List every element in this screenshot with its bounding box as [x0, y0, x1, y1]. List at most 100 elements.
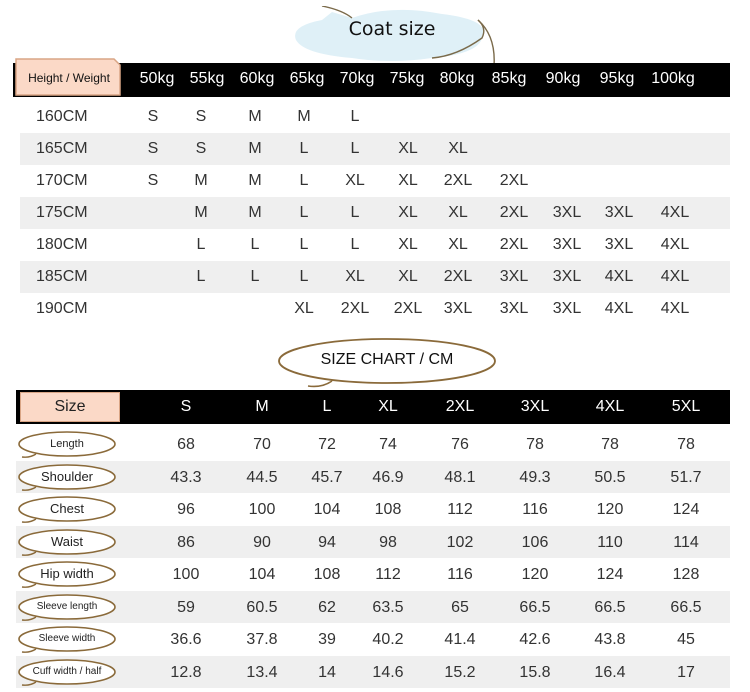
size-cell: S [147, 140, 159, 157]
measurement-label: Cuff width / half [32, 665, 102, 677]
size-cell: M [194, 172, 208, 189]
weight-header-cell: 65kg [289, 70, 325, 87]
measurement-cell: 86 [177, 533, 195, 551]
measurement-cell: 108 [313, 566, 341, 583]
size-cell: L [250, 236, 260, 253]
size-cell: 4XL [604, 300, 634, 317]
measurement-label: Sleeve length [36, 600, 98, 612]
measurement-cell: 14.6 [372, 663, 404, 681]
size-cell: M [248, 108, 262, 125]
size-cell: M [248, 172, 262, 189]
measurement-cell: 43.8 [594, 631, 626, 648]
measurement-label: Shoulder [40, 468, 94, 484]
size-cell: XL [345, 268, 365, 285]
size-cell: L [299, 140, 309, 157]
height-cell: 170CM [36, 172, 88, 189]
height-cell: 190CM [36, 300, 88, 317]
measurement-cell: 16.4 [594, 663, 626, 681]
size-cell: 3XL [604, 204, 634, 221]
measurement-label: Chest [50, 501, 84, 516]
size-cell: XL [398, 204, 418, 221]
measurement-cell: 128 [672, 566, 700, 583]
size-header-cell: 5XL [671, 398, 701, 415]
measurement-cell: 12.8 [170, 663, 202, 681]
size-cell: M [248, 140, 262, 157]
size-cell: L [299, 268, 309, 285]
size-cell: L [250, 268, 260, 285]
size-cell: L [350, 140, 360, 157]
measurement-label: Waist [50, 533, 84, 549]
measurement-cell: 110 [597, 533, 623, 551]
measurement-cell: 45.7 [311, 468, 343, 486]
size-cell: 4XL [604, 268, 634, 285]
measurement-cell: 40.2 [372, 631, 404, 648]
size-cell: 3XL [552, 268, 582, 285]
measurement-cell: 13.4 [246, 663, 278, 681]
measurement-cell: 98 [379, 533, 397, 551]
measurement-cell: 72 [318, 436, 336, 453]
size-cell: 4XL [660, 236, 690, 253]
measurement-cell: 50.5 [594, 468, 626, 486]
size-cell: 4XL [660, 268, 690, 285]
size-cell: XL [448, 140, 468, 157]
coat-table-row: 175CM M M L L XL XL 2XL 3XL 3XL 4XL [20, 197, 730, 229]
measurement-cell: 41.4 [444, 631, 476, 648]
measurement-cell: 15.2 [444, 663, 476, 681]
size-cell: XL [345, 172, 365, 189]
size-cell: 2XL [443, 268, 473, 285]
size-cell: 2XL [443, 172, 473, 189]
measurement-cell: 49.3 [519, 468, 551, 486]
measurement-cell: 70 [253, 436, 271, 453]
measurement-cell: 63.5 [372, 598, 404, 616]
size-cell: 3XL [604, 236, 634, 253]
measurement-cell: 66.5 [670, 598, 702, 616]
size-cell: L [350, 204, 360, 221]
size-header-cell: M [255, 398, 269, 415]
size-cell: XL [398, 268, 418, 285]
size-header-cell: S [180, 398, 192, 415]
coat-table-row: 160CM S S M M L [20, 101, 730, 133]
measurement-cell: 15.8 [519, 663, 551, 681]
measurement-cell: 66.5 [594, 598, 626, 616]
size-cell: L [299, 236, 309, 253]
measurement-cell: 96 [177, 501, 195, 518]
size-cell: 2XL [340, 300, 370, 317]
size-cell: 3XL [443, 300, 473, 317]
measurement-row: Cuff width / half 12.8 13.4 14 14.6 15.2 15.8 1… [16, 655, 730, 688]
coat-table-row: 185CM L L L XL XL 2XL 3XL 3XL 4XL 4XL [20, 261, 730, 293]
weight-header-cell: 100kg [651, 70, 695, 87]
weight-header-cell: 90kg [545, 70, 581, 87]
size-cell: 3XL [499, 268, 529, 285]
measurement-cell: 100 [172, 566, 200, 583]
size-header-cell: 4XL [595, 398, 625, 415]
size-cell: L [196, 268, 206, 285]
weight-header-cell: 50kg [139, 70, 175, 87]
size-cell: L [350, 236, 360, 253]
measurement-cell: 108 [374, 501, 402, 518]
measurement-cell: 42.6 [519, 631, 551, 648]
weight-header-cell: 80kg [439, 70, 475, 87]
measurement-cell: 14 [318, 663, 336, 681]
size-chart-title: SIZE CHART / CM [320, 351, 454, 368]
height-cell: 175CM [36, 204, 88, 221]
size-cell: 2XL [499, 172, 529, 189]
size-cell: 2XL [499, 204, 529, 221]
coat-size-title: Coat size [348, 18, 436, 40]
weight-header-cell: 70kg [339, 70, 375, 87]
height-cell: 180CM [36, 236, 88, 253]
measurement-cell: 59 [177, 598, 195, 616]
measurement-cell: 46.9 [372, 468, 404, 486]
height-cell: 165CM [36, 140, 88, 157]
measurement-cell: 48.1 [444, 468, 476, 486]
measurement-cell: 65 [451, 598, 469, 616]
size-cell: 4XL [660, 300, 690, 317]
size-cell: 2XL [499, 236, 529, 253]
measurement-row: Sleeve length 59 60.5 62 63.5 65 66.5 66.5 66.5 [16, 590, 730, 623]
size-cell: M [194, 204, 208, 221]
size-cell: XL [294, 300, 314, 317]
size-cell: XL [398, 140, 418, 157]
measurement-cell: 116 [522, 501, 548, 518]
size-cell: L [299, 204, 309, 221]
measurement-cell: 100 [248, 501, 276, 518]
size-cell: 4XL [660, 204, 690, 221]
